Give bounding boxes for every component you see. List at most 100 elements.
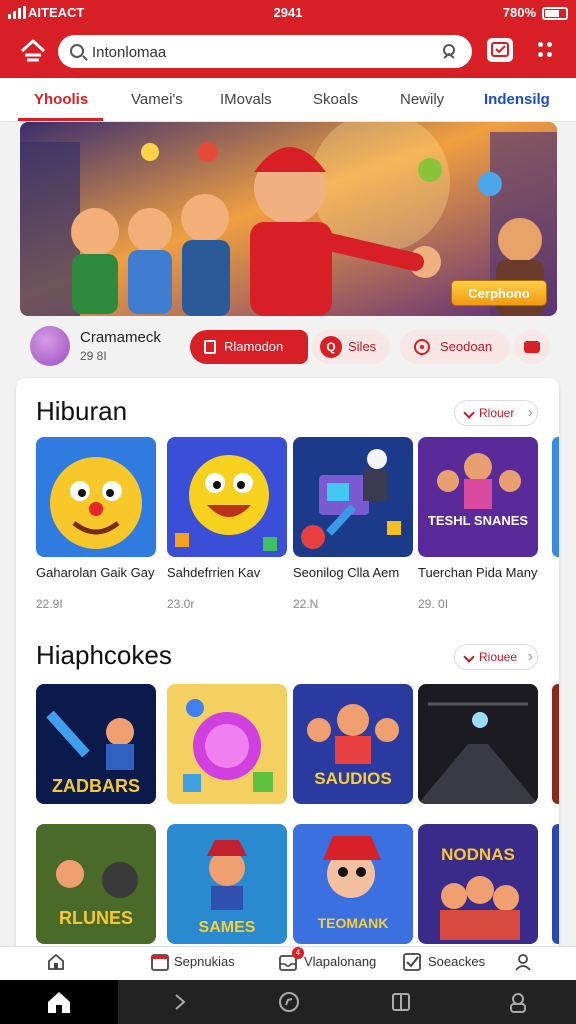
- game-tile[interactable]: ZADBARS: [36, 684, 156, 804]
- profile-icon[interactable]: [513, 952, 533, 972]
- game-thumbnail: [552, 684, 559, 804]
- tab-skoals[interactable]: Skoals: [313, 91, 358, 108]
- game-tile[interactable]: [36, 437, 156, 557]
- search-icon: [70, 44, 84, 58]
- game-thumbnail: [293, 437, 413, 557]
- game-tile[interactable]: [167, 437, 287, 557]
- hero-banner[interactable]: Cerphono: [20, 122, 557, 316]
- game-thumbnail: [167, 684, 287, 804]
- chevron-right-icon[interactable]: [170, 992, 190, 1012]
- game-tile[interactable]: [167, 684, 287, 804]
- banner-cta-button[interactable]: Cerphono: [451, 280, 547, 306]
- game-meta: 22.9I: [36, 597, 63, 611]
- system-home-button[interactable]: [0, 980, 118, 1024]
- game-thumbnail: [552, 824, 559, 944]
- search-bar[interactable]: [58, 35, 472, 68]
- home-button[interactable]: [18, 36, 48, 66]
- game-thumbnail: [167, 437, 287, 557]
- calendar-icon[interactable]: [150, 952, 170, 972]
- channel-name[interactable]: Cramameck: [80, 329, 161, 346]
- game-tile-peek[interactable]: [552, 437, 559, 557]
- tv-icon: [491, 42, 509, 57]
- compass-icon[interactable]: [278, 991, 300, 1013]
- section-title-hiaphcokes: Hiaphcokes: [36, 640, 172, 670]
- section-more-button[interactable]: Rlouer: [454, 400, 538, 426]
- bookmark-icon: [204, 340, 216, 354]
- app-header: AITEACT 2941 780%: [0, 0, 576, 78]
- target-icon: [414, 339, 430, 355]
- game-tile-peek[interactable]: [552, 684, 559, 804]
- game-tile-peek[interactable]: [552, 824, 559, 944]
- clock: 2941: [273, 5, 303, 20]
- game-tile[interactable]: RLUNES: [36, 824, 156, 944]
- dot-icon: [538, 52, 543, 57]
- game-thumbnail: SAMES: [167, 824, 287, 944]
- game-tile[interactable]: [418, 684, 538, 804]
- seodoan-label: Seodoan: [440, 339, 493, 354]
- search-input[interactable]: [92, 40, 432, 64]
- book-icon[interactable]: [390, 991, 412, 1013]
- game-tile[interactable]: SAUDIOS: [293, 684, 413, 804]
- game-tile[interactable]: [293, 437, 413, 557]
- home-outline-icon[interactable]: [46, 952, 66, 972]
- game-tile[interactable]: NODNAS: [418, 824, 538, 944]
- checkbox-icon[interactable]: [402, 952, 422, 972]
- nav-vlapalonang[interactable]: Vlapalonang: [304, 954, 376, 969]
- game-title[interactable]: Sahdefrrien Kav: [167, 565, 287, 580]
- section-more-button[interactable]: Riouee: [454, 644, 538, 670]
- primary-action-button[interactable]: Rlamodon: [190, 330, 308, 364]
- game-tile[interactable]: TEOMANK: [293, 824, 413, 944]
- dot-icon: [547, 52, 552, 57]
- extra-button[interactable]: [514, 330, 550, 364]
- seodoan-button[interactable]: Seodoan: [400, 330, 510, 364]
- category-tabs: Yhoolis Vamei's IMovals Skoals Newily In…: [0, 78, 576, 122]
- tab-yhoolis[interactable]: Yhoolis: [34, 91, 88, 108]
- siles-label: Siles: [348, 339, 377, 354]
- game-title[interactable]: Tuerchan Pida Many: [418, 565, 538, 580]
- game-meta: 22.N: [293, 597, 319, 611]
- q-icon: Q: [320, 336, 342, 358]
- tab-indensilg[interactable]: Indensilg: [484, 91, 550, 108]
- tile-art-text: TESHL SNANES: [428, 513, 528, 528]
- battery-icon: [542, 7, 568, 20]
- game-thumbnail: TEOMANK: [293, 824, 413, 944]
- tab-newily[interactable]: Newily: [400, 91, 444, 108]
- tile-art-text: NODNAS: [441, 845, 515, 864]
- game-thumbnail: TESHL SNANES: [418, 437, 538, 557]
- house-icon: [20, 39, 46, 62]
- nav-sepnukias[interactable]: Sepnukias: [174, 954, 235, 969]
- dot-icon: [538, 42, 543, 47]
- more-menu-button[interactable]: [536, 40, 554, 60]
- account-icon[interactable]: [506, 990, 530, 1014]
- system-navigation: [0, 980, 576, 1024]
- battery-percent: 780%: [502, 5, 536, 20]
- game-thumbnail: RLUNES: [36, 824, 156, 944]
- game-tile[interactable]: SAMES: [167, 824, 287, 944]
- game-meta: 29. 0I: [418, 597, 449, 611]
- game-thumbnail: [36, 437, 156, 557]
- tile-art-text: ZADBARS: [52, 776, 140, 796]
- game-thumbnail: [418, 684, 538, 804]
- channel-avatar[interactable]: [30, 326, 70, 366]
- voice-search-icon[interactable]: [440, 42, 458, 60]
- primary-action-label: Rlamodon: [224, 339, 284, 354]
- tile-art-text: SAUDIOS: [314, 769, 391, 788]
- game-tile[interactable]: TESHL SNANES: [418, 437, 538, 557]
- tab-imovals[interactable]: IMovals: [220, 91, 272, 108]
- siles-button[interactable]: Q Siles: [312, 330, 390, 364]
- tile-art-text: SAMES: [199, 919, 256, 936]
- tab-vameis[interactable]: Vamei's: [131, 91, 183, 108]
- channel-row: Cramameck 29 8I Rlamodon Q Siles Seodoan: [0, 322, 576, 370]
- bottom-navigation: Sepnukias 4 Vlapalonang Soeackes: [0, 946, 576, 980]
- game-thumbnail: [552, 437, 559, 557]
- section-title-hiburan: Hiburan: [36, 396, 128, 426]
- live-tv-button[interactable]: [487, 38, 513, 62]
- game-title[interactable]: Gaharolan Gaik Gay: [36, 565, 156, 580]
- status-bar: AITEACT 2941 780%: [0, 4, 576, 24]
- notification-badge: 4: [292, 947, 304, 959]
- content-card: Hiburan Rlouer › TESHL SNANES Gaharolan …: [16, 378, 559, 958]
- channel-count: 29 8I: [80, 349, 107, 363]
- nav-soeackes[interactable]: Soeackes: [428, 954, 485, 969]
- active-tab-indicator: [18, 118, 103, 121]
- game-title[interactable]: Seonilog Clla Aem: [293, 565, 413, 580]
